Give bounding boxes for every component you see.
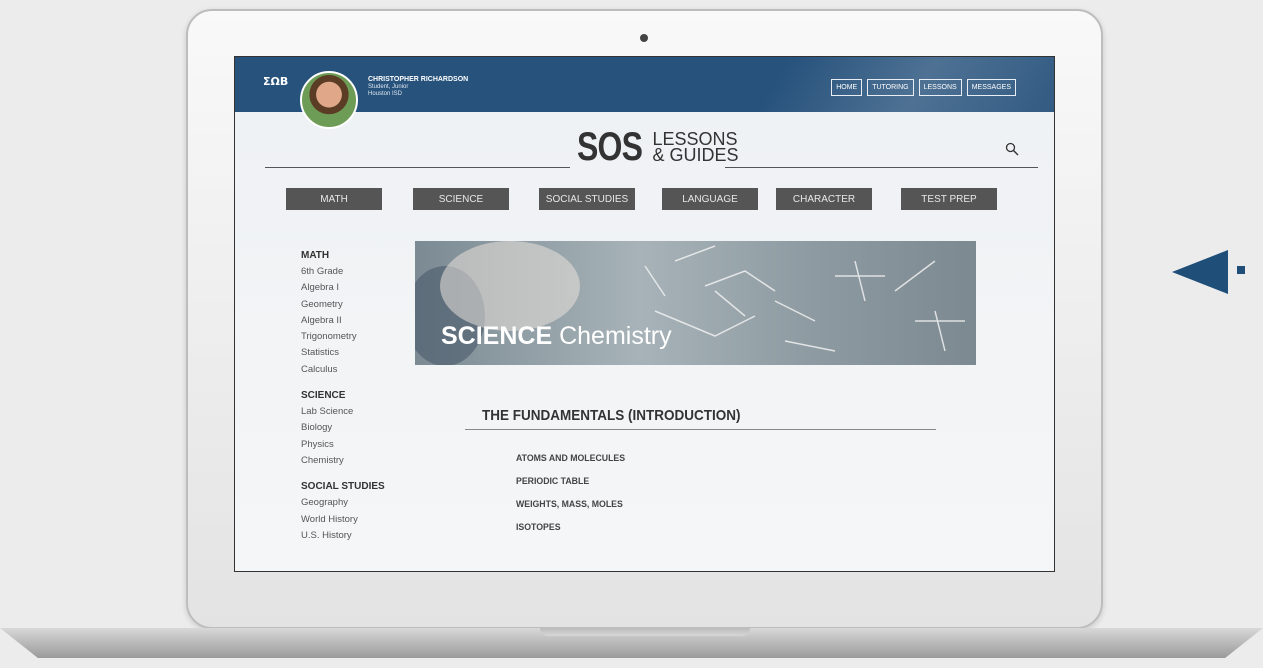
banner-topic: Chemistry xyxy=(559,322,672,350)
sidebar-item[interactable]: Calculus xyxy=(301,362,385,378)
brand-logo: SOS LESSONS & GUIDES xyxy=(577,127,739,167)
nav-tutoring-button[interactable]: TUTORING xyxy=(867,79,914,96)
sidebar-item[interactable]: Trigonometry xyxy=(301,329,385,345)
category-social-studies-button[interactable]: SOCIAL STUDIES xyxy=(539,188,635,210)
category-nav: MATH SCIENCE SOCIAL STUDIES LANGUAGE CHA… xyxy=(286,188,997,210)
section-title: THE FUNDAMENTALS (INTRODUCTION) xyxy=(482,407,741,424)
brand-line2: & GUIDES xyxy=(652,145,739,165)
search-icon[interactable] xyxy=(1005,142,1019,156)
screen: ΣΩΒ CHRISTOPHER RICHARDSON Student, Juni… xyxy=(234,56,1055,572)
lesson-link[interactable]: ATOMS AND MOLECULES xyxy=(516,447,625,470)
lesson-link[interactable]: WEIGHTS, MASS, MOLES xyxy=(516,493,625,516)
category-character-button[interactable]: CHARACTER xyxy=(776,188,872,210)
subject-banner: SCIENCE Chemistry xyxy=(415,241,976,365)
category-math-button[interactable]: MATH xyxy=(286,188,382,210)
sidebar-heading[interactable]: SOCIAL STUDIES xyxy=(301,479,385,495)
user-info: CHRISTOPHER RICHARDSON Student, Junior H… xyxy=(368,76,468,98)
sidebar-item[interactable]: Geography xyxy=(301,495,385,511)
sidebar-item[interactable]: Biology xyxy=(301,420,385,436)
nav-home-button[interactable]: HOME xyxy=(831,79,863,96)
category-science-button[interactable]: SCIENCE xyxy=(413,188,509,210)
sidebar-item[interactable]: Algebra I xyxy=(301,280,385,296)
brand-words: LESSONS & GUIDES xyxy=(652,130,739,167)
user-district: Houston ISD xyxy=(368,91,403,97)
user-role: Student, Junior xyxy=(368,84,409,90)
sidebar-group-social-studies: SOCIAL STUDIES Geography World History U… xyxy=(301,479,385,544)
sidebar-item[interactable]: Chemistry xyxy=(301,453,385,469)
nav-messages-button[interactable]: MESSAGES xyxy=(966,79,1016,96)
avatar[interactable] xyxy=(300,71,358,129)
divider xyxy=(725,167,1038,168)
sidebar-item[interactable]: World History xyxy=(301,512,385,528)
divider xyxy=(265,167,570,168)
sidebar-group-science: SCIENCE Lab Science Biology Physics Chem… xyxy=(301,388,385,469)
laptop-notch xyxy=(540,628,750,636)
divider xyxy=(465,429,936,430)
sidebar-item[interactable]: Lab Science xyxy=(301,404,385,420)
banner-title: SCIENCE Chemistry xyxy=(441,321,672,351)
sidebar-heading[interactable]: SCIENCE xyxy=(301,388,385,404)
sidebar-item[interactable]: Algebra II xyxy=(301,313,385,329)
lesson-link[interactable]: ISOTOPES xyxy=(516,516,625,539)
top-nav: HOME TUTORING LESSONS MESSAGES xyxy=(831,79,1016,96)
sidebar-heading[interactable]: MATH xyxy=(301,248,385,264)
category-language-button[interactable]: LANGUAGE xyxy=(662,188,758,210)
lesson-list: ATOMS AND MOLECULES PERIODIC TABLE WEIGH… xyxy=(516,447,635,539)
top-bar: ΣΩΒ CHRISTOPHER RICHARDSON Student, Juni… xyxy=(235,57,1054,112)
sidebar-item[interactable]: 6th Grade xyxy=(301,264,385,280)
nav-lessons-button[interactable]: LESSONS xyxy=(918,79,962,96)
category-test-prep-button[interactable]: TEST PREP xyxy=(901,188,997,210)
lesson-link[interactable]: PERIODIC TABLE xyxy=(516,470,625,493)
brand-sos: SOS xyxy=(577,125,643,169)
sidebar-item[interactable]: Physics xyxy=(301,437,385,453)
sidebar-item[interactable]: Geometry xyxy=(301,297,385,313)
sidebar: MATH 6th Grade Algebra I Geometry Algebr… xyxy=(301,248,385,554)
banner-subject: SCIENCE xyxy=(441,322,553,350)
sidebar-item[interactable]: U.S. History xyxy=(301,528,385,544)
user-name: CHRISTOPHER RICHARDSON xyxy=(368,76,469,83)
back-arrow-icon[interactable] xyxy=(1172,250,1248,294)
sidebar-item[interactable]: Statistics xyxy=(301,345,385,361)
site-logo[interactable]: ΣΩΒ xyxy=(263,75,288,88)
webcam xyxy=(640,34,648,42)
sidebar-group-math: MATH 6th Grade Algebra I Geometry Algebr… xyxy=(301,248,385,378)
